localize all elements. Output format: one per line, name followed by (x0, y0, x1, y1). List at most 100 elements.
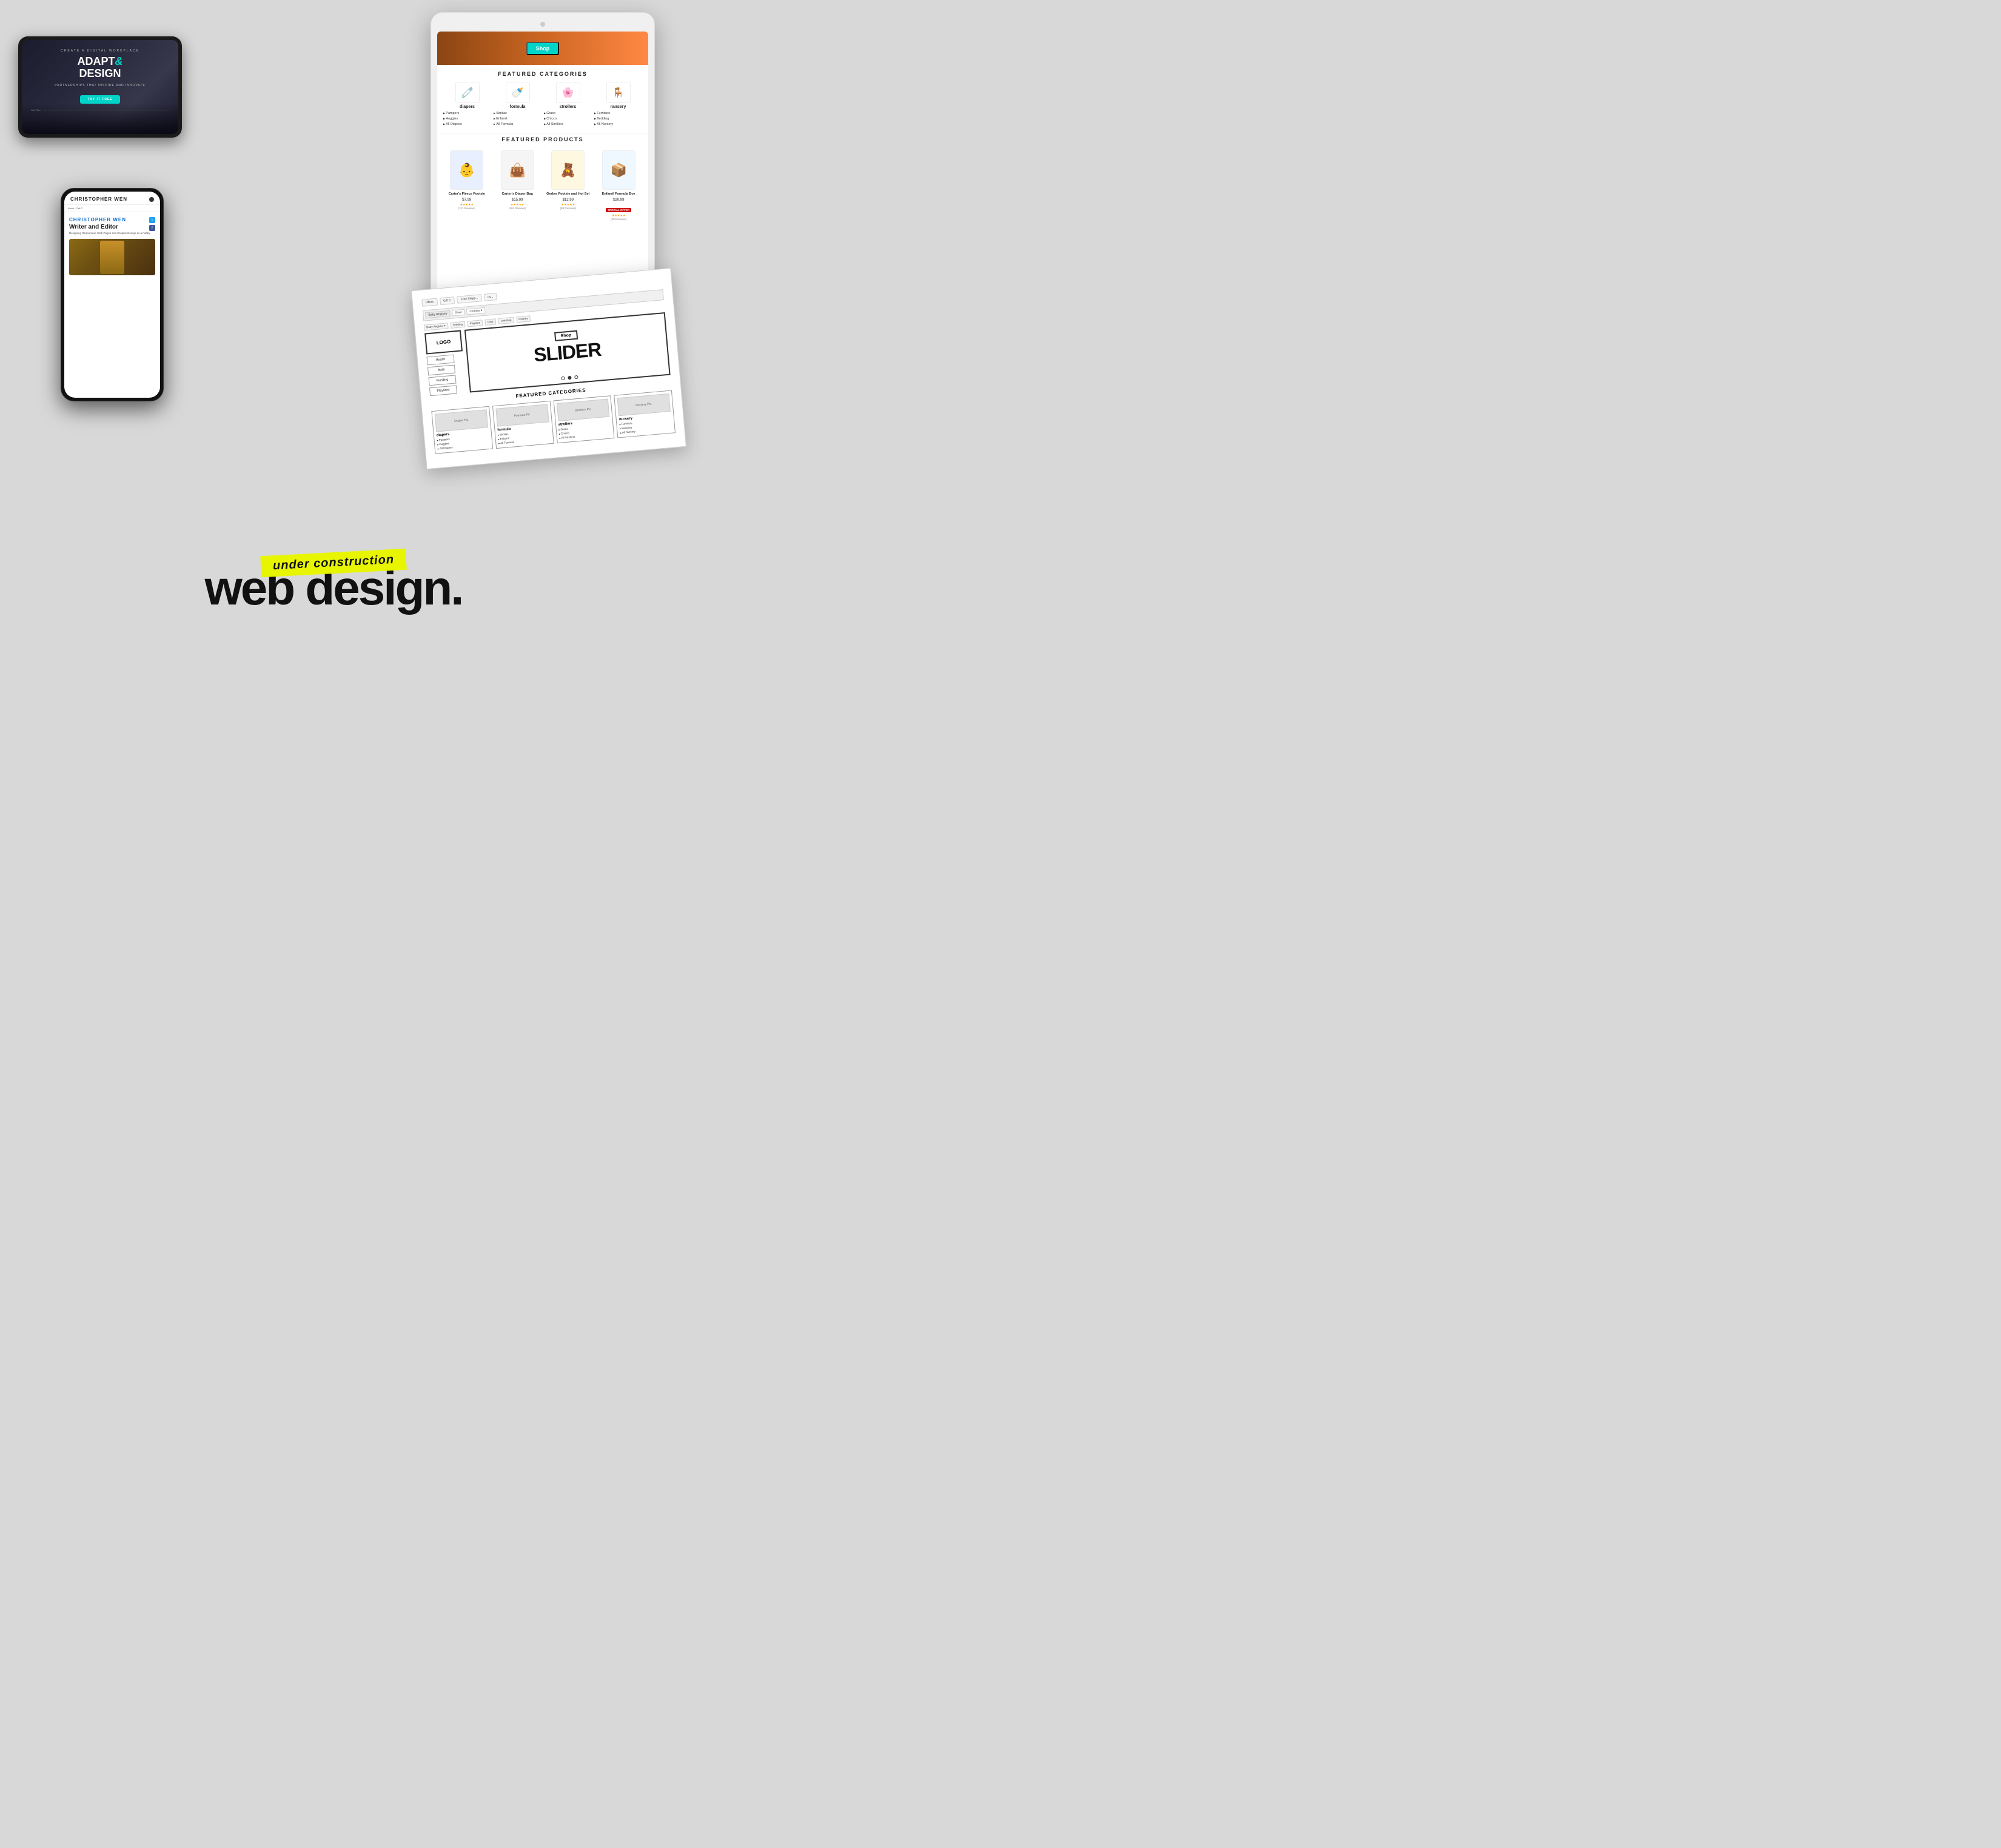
wf-side-feeding[interactable]: Feeding (428, 375, 456, 386)
wf-nav-clothes[interactable]: Clothes ▾ (466, 307, 486, 315)
tablet-prod-price-footsie: $7.99 (443, 198, 491, 202)
wf-subnav-playtime[interactable]: Playtime (467, 320, 483, 327)
tablet-category-formula: 🍼 formula Similac Enfamil All Formula (494, 82, 541, 127)
tablet-prod-price-diaperbag: $15.99 (494, 198, 541, 202)
wf-cat-pic-diapers: Diaper Pic (435, 409, 488, 432)
tablet-cat-link-pampers[interactable]: Pampers (443, 111, 491, 116)
tablet-cat-link-all-nursery[interactable]: All Nursery (594, 122, 642, 127)
adapt-screen: CREATE A DIGITAL WORKPLACE ADAPT& DESIGN… (22, 40, 178, 134)
tablet-prod-price-enfamil: $20.99 (595, 198, 643, 202)
wf-subnav-clothes[interactable]: Clothes (516, 315, 531, 323)
wf-cat-diapers: Diaper Pic diapers Pampers Huggies All D… (431, 406, 493, 454)
wf-side-playtime[interactable]: Playtime (429, 385, 457, 396)
christopher-phone-frame: Christopher Wen About Call C CHRISTOPHER… (61, 188, 164, 401)
facebook-icon[interactable]: f (149, 225, 155, 231)
adapt-footer: LiveTiles (28, 109, 172, 112)
tablet-prod-name-footsie: Carter's Fleece Footsie (443, 192, 491, 196)
wf-top-offers: Offers (421, 298, 437, 307)
wireframe-side-nav: Health Bath Feeding Playtime (427, 355, 457, 397)
christopher-hero-image (69, 239, 155, 275)
adapt-title-design: DESIGN (79, 67, 121, 79)
christopher-social: t f (149, 217, 155, 231)
tablet-featured-categories-title: FEATURED CATEGORIES (437, 65, 648, 82)
adapt-phone-frame: CREATE A DIGITAL WORKPLACE ADAPT& DESIGN… (18, 36, 182, 138)
wf-cat-strollers: Strollers Pic strollers Graco Chicco All… (553, 395, 615, 443)
tablet-product-gerber: 🧸 Gerber Footsie and Hot Set $12.99 ★★★★… (545, 150, 592, 220)
wf-cat-pic-nursery: Nursery Pic. (617, 393, 671, 416)
tablet-cat-link-all-formula[interactable]: All Formula (494, 122, 541, 127)
wireframe-logo: LOGO (424, 330, 463, 354)
wf-cat-formula: Formula Pic formula Similac Enfamil All … (492, 401, 554, 449)
adapt-try-button[interactable]: TRY IT FREE (80, 95, 119, 104)
twitter-icon[interactable]: t (149, 217, 155, 223)
tablet-cat-img-strollers: 🌸 (556, 82, 580, 103)
wf-shop-button[interactable]: Shop (554, 330, 578, 341)
christopher-title: Writer and Editor (69, 224, 155, 230)
wf-nav-registry[interactable]: Baby Registry (425, 310, 451, 319)
christopher-header: Christopher Wen (64, 192, 160, 205)
christopher-menu-dot[interactable] (149, 197, 154, 202)
tablet-shop-button[interactable]: Shop (526, 42, 560, 55)
christopher-nav-call[interactable]: Call C (76, 207, 82, 210)
wf-cat-nursery: Nursery Pic. nursery Furniture Bedding A… (614, 390, 675, 438)
tablet-cat-link-similac[interactable]: Similac (494, 111, 541, 116)
tablet-prod-img-footsie: 👶 (450, 150, 483, 190)
wf-dot-3[interactable] (574, 375, 578, 380)
tablet-prod-name-diaperbag: Carter's Diaper Bag (494, 192, 541, 196)
tablet-categories: 🧷 diapers Pampers Huggies All Diapers 🍼 … (437, 82, 648, 133)
adapt-brand: LiveTiles (31, 109, 41, 112)
wf-dot-2[interactable] (568, 376, 572, 380)
adapt-title: ADAPT& DESIGN (28, 56, 172, 80)
wf-cat-pic-strollers: Strollers Pic (557, 399, 610, 421)
tablet-prod-name-gerber: Gerber Footsie and Hot Set (545, 192, 592, 196)
tablet-cat-link-all-diapers[interactable]: All Diapers (443, 122, 491, 127)
tablet-reviews-footsie: (131 Reviews) (443, 207, 491, 210)
wf-cat-pic-formula: Formula Pic (495, 404, 549, 426)
wf-side-health[interactable]: Health (427, 355, 455, 366)
christopher-device: Christopher Wen About Call C CHRISTOPHER… (61, 188, 164, 401)
tablet-cat-link-huggies[interactable]: Huggies (443, 116, 491, 122)
wf-subnav-gear[interactable]: Gear (485, 318, 497, 326)
wf-subnav-learning[interactable]: Learning (498, 317, 514, 324)
tablet-category-strollers: 🌸 strollers Graco Chicco All Strollers (544, 82, 592, 127)
bottom-section: under construction web design. (0, 552, 667, 610)
tablet-cat-link-bedding[interactable]: Bedding (594, 116, 642, 122)
wf-dot-1[interactable] (561, 377, 565, 381)
wireframe-slider-dots (561, 375, 578, 380)
christopher-description: Designing Responsive Web Pages and Graph… (69, 232, 155, 235)
wf-top-ov: ov... (484, 293, 497, 301)
tablet-prod-name-enfamil: Enfamil Formula Box (595, 192, 643, 196)
tablet-cat-img-nursery: 🪑 (606, 82, 631, 103)
under-construction-badge: under construction (260, 549, 407, 578)
adapt-subtitle: CREATE A DIGITAL WORKPLACE (28, 49, 172, 53)
wf-top-shipping: Free Shipp... (457, 294, 482, 303)
tablet-cat-name-diapers: diapers (443, 105, 491, 109)
wf-subnav-feeding[interactable]: Feeding (450, 321, 465, 329)
wf-top-gift: Gift C (440, 296, 455, 305)
wf-side-bath[interactable]: Bath (427, 364, 455, 375)
wireframe-slider-text: SLIDER (533, 338, 602, 367)
tablet-featured-products-title: FEATURED PRODUCTS (437, 133, 648, 146)
christopher-nav: About Call C (64, 205, 160, 212)
tablet-cat-link-graco[interactable]: Graco (544, 111, 592, 116)
tablet-product-diaperbag: 👜 Carter's Diaper Bag $15.99 ★★★★★ (265 … (494, 150, 541, 220)
tablet-cat-img-diapers: 🧷 (455, 82, 480, 103)
tablet-cat-link-all-strollers[interactable]: All Strollers (544, 122, 592, 127)
adapt-title-adapt: ADAPT (78, 55, 115, 67)
adapt-ampersand: & (115, 55, 123, 67)
wf-subnav-registry[interactable]: Baby Registry ▾ (424, 323, 448, 330)
tablet-cat-name-nursery: nursery (594, 105, 642, 109)
tablet-cat-link-furniture[interactable]: Furniture (594, 111, 642, 116)
tablet-reviews-diaperbag: (265 Reviews) (494, 207, 541, 210)
tablet-cat-link-enfamil[interactable]: Enfamil (494, 116, 541, 122)
wf-nav-gear[interactable]: Gear (452, 309, 465, 316)
adapt-device: CREATE A DIGITAL WORKPLACE ADAPT& DESIGN… (18, 36, 182, 138)
tablet-cat-name-formula: formula (494, 105, 541, 109)
christopher-nav-about[interactable]: About (68, 207, 74, 210)
adapt-content: CREATE A DIGITAL WORKPLACE ADAPT& DESIGN… (22, 40, 178, 118)
tablet-cat-link-chicco[interactable]: Chicco (544, 116, 592, 122)
tablet-cat-img-formula: 🍼 (506, 82, 530, 103)
christopher-avatar (100, 241, 124, 274)
tablet-reviews-gerber: (88 Reviews) (545, 207, 592, 210)
tablet-products: 👶 Carter's Fleece Footsie $7.99 ★★★★★ (1… (437, 146, 648, 225)
